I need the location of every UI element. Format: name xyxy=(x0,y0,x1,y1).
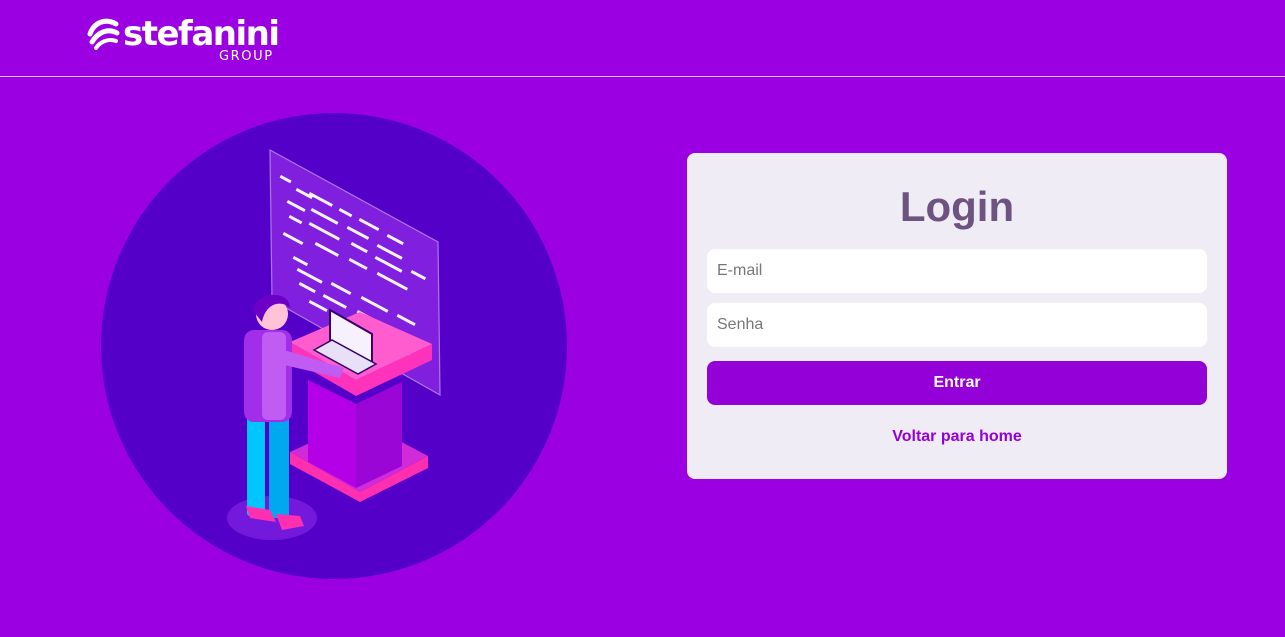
back-home-link[interactable]: Voltar para home xyxy=(687,428,1227,446)
developer-illustration xyxy=(100,112,570,582)
login-card: Login Entrar Voltar para home xyxy=(687,153,1227,479)
logo-wordmark: stefanini xyxy=(123,14,280,54)
logo-subtext: GROUP xyxy=(219,49,274,64)
top-header: stefanini GROUP xyxy=(0,0,1285,77)
stefanini-swoosh-icon xyxy=(87,18,120,50)
password-input[interactable] xyxy=(707,303,1207,347)
email-input[interactable] xyxy=(707,249,1207,293)
stefanini-logo[interactable]: stefanini GROUP xyxy=(86,12,291,66)
login-submit-button[interactable]: Entrar xyxy=(707,361,1207,405)
login-title: Login xyxy=(899,183,1015,230)
